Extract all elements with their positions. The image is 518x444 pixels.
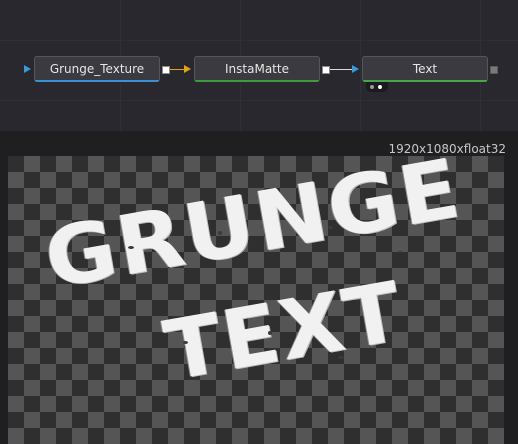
input-port-icon[interactable] [24,65,31,73]
resolution-label: 1920x1080xfloat32 [388,142,506,156]
output-port-icon[interactable] [490,66,498,74]
node-label: Grunge_Texture [49,62,145,76]
grid-line [0,40,518,41]
node-label: InstaMatte [225,62,289,76]
output-port-icon[interactable] [162,66,170,74]
connection-line [330,69,352,70]
grunge-speck [328,226,333,229]
grunge-speck [128,246,134,249]
text-node[interactable]: Text [362,56,488,82]
grunge-text-line2: TEXT [158,264,410,400]
grunge-texture-node[interactable]: Grunge_Texture [34,56,160,82]
grunge-speck [338,356,344,359]
mask-input-port-icon[interactable] [184,65,191,73]
view-dot-icon [370,85,374,89]
node-editor[interactable]: Grunge_Texture InstaMatte Text [0,0,518,131]
output-port-icon[interactable] [322,66,330,74]
viewer[interactable]: GRUNGE TEXT [8,156,504,444]
node-label: Text [412,62,438,76]
input-port-icon[interactable] [352,65,359,73]
grunge-speck [183,341,188,344]
grunge-text-line1: GRUNGE [38,156,469,308]
view-indicator[interactable] [366,82,388,92]
connection-line [170,69,184,70]
grunge-speck [218,231,222,235]
grid-line [0,100,518,101]
grunge-speck [398,251,402,253]
view-dot-icon [378,85,382,89]
node-color-bar [195,80,319,82]
instamatte-node[interactable]: InstaMatte [194,56,320,82]
grid-line [360,0,361,131]
node-color-bar [35,80,159,82]
grunge-speck [268,331,272,335]
